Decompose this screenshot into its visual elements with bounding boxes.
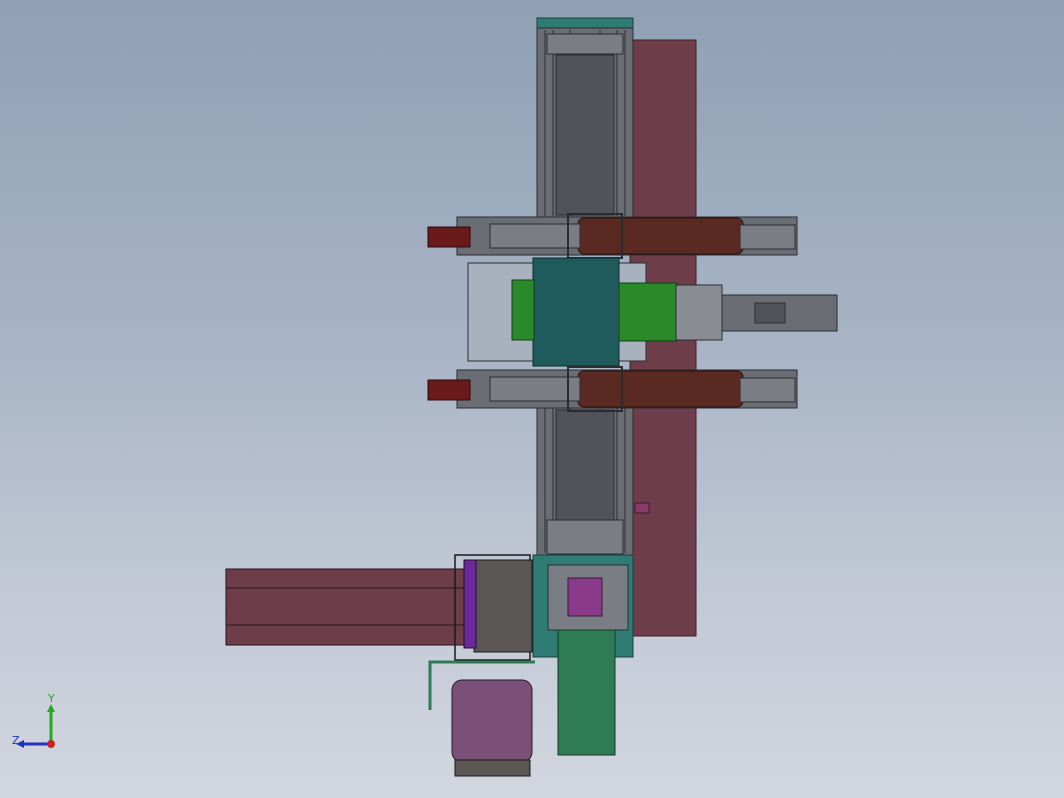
lower-cylinder-rod bbox=[489, 376, 581, 402]
bottom-green-column bbox=[557, 629, 616, 756]
upper-cylinder-body bbox=[577, 217, 744, 255]
upper-cylinder-endcap bbox=[739, 224, 796, 250]
rail-upper-slot bbox=[555, 54, 615, 216]
coordinate-triad: Y Z bbox=[8, 692, 78, 760]
motor-purple-flange bbox=[463, 559, 477, 649]
bottom-purple-insert bbox=[567, 577, 603, 617]
side-actuator-frame bbox=[675, 284, 723, 341]
rail-lower-slot bbox=[555, 409, 615, 521]
motor-mount-plate bbox=[473, 559, 533, 653]
green-bracket-right bbox=[618, 282, 678, 342]
side-actuator-window bbox=[754, 302, 786, 324]
carriage-teal-block bbox=[532, 257, 620, 367]
triad-z-label: Z bbox=[12, 734, 20, 747]
upper-gripper bbox=[427, 226, 471, 248]
upper-cylinder-rod bbox=[489, 223, 581, 249]
cad-viewport[interactable]: Y Z bbox=[0, 0, 1064, 798]
cad-model-view[interactable] bbox=[0, 0, 1064, 798]
triad-graphic bbox=[16, 704, 55, 748]
lower-gripper bbox=[427, 379, 471, 401]
stepper-motor bbox=[451, 679, 533, 763]
horizontal-beam bbox=[225, 568, 467, 646]
lower-cylinder-body bbox=[577, 370, 744, 408]
rail-top-block bbox=[546, 33, 624, 55]
triad-y-label: Y bbox=[48, 692, 55, 705]
frame-mount-tab bbox=[634, 502, 650, 514]
rail-bottom-block bbox=[546, 519, 624, 555]
green-bracket-left bbox=[511, 279, 535, 341]
lower-cylinder-endcap bbox=[739, 377, 796, 403]
motor-base bbox=[454, 759, 531, 777]
